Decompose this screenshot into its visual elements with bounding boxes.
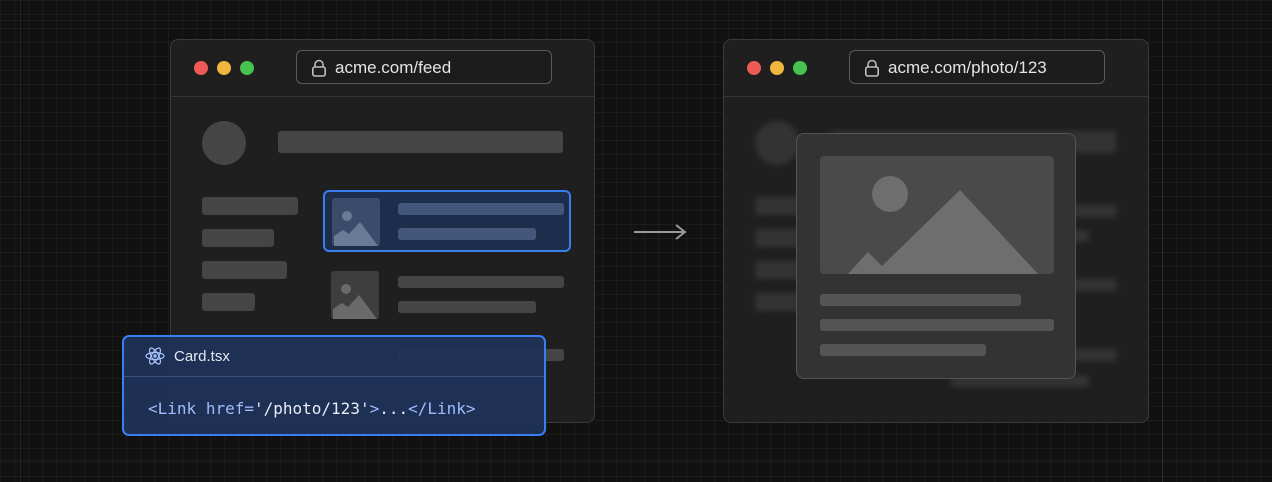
arrow-right-icon	[634, 224, 687, 240]
code-line: <Link href='/photo/123'>...</Link>	[148, 399, 476, 418]
card-title-placeholder	[398, 276, 564, 288]
browser-titlebar: acme.com/feed	[171, 40, 594, 97]
image-placeholder-icon	[331, 271, 379, 319]
code-snippet-panel: Card.tsx <Link href='/photo/123'>...</Li…	[122, 335, 546, 436]
highlighted-photo-card[interactable]	[323, 190, 571, 252]
photo-browser-window: acme.com/photo/123	[723, 39, 1149, 423]
url-text: acme.com/feed	[335, 58, 452, 77]
url-text: acme.com/photo/123	[888, 58, 1047, 77]
photo-modal[interactable]	[796, 133, 1076, 379]
modal-title-placeholder	[820, 294, 1021, 306]
header-placeholder-bar	[278, 131, 563, 153]
modal-text-placeholder	[820, 344, 986, 356]
code-open-tag: <Link	[148, 399, 197, 418]
sidebar-placeholder-3	[202, 261, 287, 279]
minimize-window-button[interactable]	[770, 61, 784, 75]
code-attr-value: '/photo/123'	[253, 399, 370, 418]
sidebar-placeholder-1	[202, 197, 298, 215]
image-placeholder-icon	[332, 198, 380, 246]
close-window-button[interactable]	[747, 61, 761, 75]
code-content: ...	[379, 399, 409, 418]
code-attr-name: href=	[205, 399, 254, 418]
address-bar[interactable]: acme.com/photo/123	[849, 50, 1105, 84]
image-placeholder-icon	[820, 156, 1054, 274]
sidebar-placeholder-4	[202, 293, 255, 311]
filename-label: Card.tsx	[174, 348, 230, 365]
address-bar[interactable]: acme.com/feed	[296, 50, 552, 84]
code-close-tag: </Link>	[408, 399, 476, 418]
modal-text-placeholder	[820, 319, 1054, 331]
card-title-placeholder	[398, 203, 564, 215]
lock-icon	[864, 59, 879, 77]
browser-titlebar: acme.com/photo/123	[724, 40, 1148, 97]
sidebar-placeholder-2	[202, 229, 274, 247]
card-subtitle-placeholder	[398, 301, 536, 313]
maximize-window-button[interactable]	[793, 61, 807, 75]
react-icon	[145, 347, 165, 365]
code-panel-header: Card.tsx	[124, 337, 544, 377]
lock-icon	[311, 59, 326, 77]
avatar-placeholder	[202, 121, 246, 165]
maximize-window-button[interactable]	[240, 61, 254, 75]
minimize-window-button[interactable]	[217, 61, 231, 75]
code-close-bracket: >	[369, 399, 380, 418]
close-window-button[interactable]	[194, 61, 208, 75]
card-subtitle-placeholder	[398, 228, 536, 240]
